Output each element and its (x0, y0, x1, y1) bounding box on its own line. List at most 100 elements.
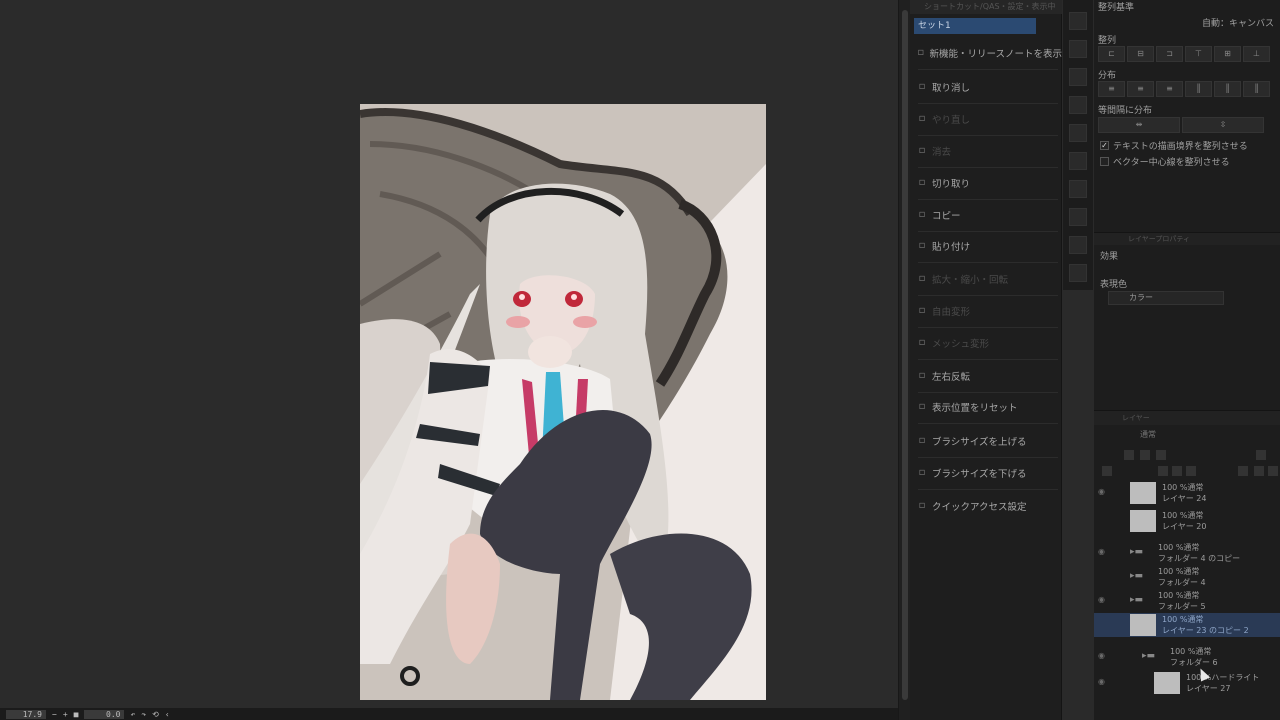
layer-menu-icon[interactable] (1102, 466, 1112, 476)
quick-access-item[interactable]: ▫ 切り取り (910, 174, 1062, 192)
panel-tab-icon[interactable] (1069, 264, 1087, 282)
distribute-center-icon[interactable]: ≡ (1127, 81, 1154, 97)
panel-tab-icon[interactable] (1069, 68, 1087, 86)
equal-spacing-h-icon[interactable]: ⇹ (1098, 117, 1180, 133)
zoom-in-icon[interactable]: + (63, 710, 68, 719)
align-bottom-icon[interactable]: ⊥ (1243, 46, 1270, 62)
merge-icon[interactable] (1254, 466, 1264, 476)
rotate-right-icon[interactable]: ↷ (141, 710, 146, 719)
distribute-left-icon[interactable]: ≡ (1098, 81, 1125, 97)
folder-icon[interactable]: ▸▬ (1142, 651, 1155, 661)
distribute-top-icon[interactable]: ║ (1185, 81, 1212, 97)
layer-name: フォルダー 4 (1158, 578, 1206, 587)
fit-icon[interactable]: ■ (74, 710, 79, 719)
quick-access-item-label: 消去 (932, 147, 952, 158)
panel-tab-icon[interactable] (1069, 236, 1087, 254)
new-folder-icon[interactable] (1186, 466, 1196, 476)
reference-icon[interactable] (1156, 450, 1166, 460)
quick-access-item[interactable]: ▫ コピー (910, 206, 1062, 224)
layer-row[interactable]: 100 %通常 レイヤー 23 のコピー 2 (1094, 613, 1280, 637)
visibility-eye-icon[interactable]: ◉ (1098, 678, 1108, 686)
visibility-eye-icon[interactable] (1098, 620, 1108, 628)
zoom-out-icon[interactable]: − (52, 710, 57, 719)
panel-tab-icon[interactable] (1069, 208, 1087, 226)
visibility-eye-icon[interactable] (1098, 572, 1108, 580)
zoom-field[interactable]: 17.9 (6, 709, 46, 719)
panel-tab-icon[interactable] (1069, 124, 1087, 142)
visibility-eye-icon[interactable]: ◉ (1098, 488, 1108, 496)
panel-tab-icon[interactable] (1069, 12, 1087, 30)
blend-mode-select[interactable]: 通常 (1140, 429, 1156, 440)
color-icon[interactable] (1256, 450, 1266, 460)
align-center-icon[interactable]: ⊟ (1127, 46, 1154, 62)
delete-layer-icon[interactable] (1268, 466, 1278, 476)
lock-icon[interactable] (1124, 450, 1134, 460)
distribute-bottom-icon[interactable]: ║ (1243, 81, 1270, 97)
layer-row[interactable]: ◉ 100 %ハードライト レイヤー 27 (1094, 671, 1280, 695)
text-bounds-checkbox[interactable]: ✓ テキストの描画境界を整列させる (1100, 139, 1248, 152)
quick-access-item[interactable]: ▫ 消去 (910, 142, 1062, 160)
layer-folder-row[interactable]: ◉ ▸▬ 100 %通常 フォルダー 6 (1094, 645, 1280, 669)
checkbox-empty-icon[interactable] (1100, 157, 1109, 166)
visibility-eye-icon[interactable]: ◉ (1098, 652, 1108, 660)
mesh-icon: ▫ (918, 337, 926, 348)
menu-divider (918, 295, 1058, 296)
folder-icon[interactable]: ▸▬ (1130, 547, 1143, 557)
layer-name: レイヤー 23 のコピー 2 (1162, 626, 1249, 635)
panel-tab-icon[interactable] (1069, 152, 1087, 170)
quick-access-item-label: 貼り付け (932, 242, 971, 253)
clip-icon[interactable] (1140, 450, 1150, 460)
panel-tab-icon[interactable] (1069, 40, 1087, 58)
vector-center-checkbox[interactable]: ベクター中心線を整列させる (1100, 155, 1230, 168)
panel-tab-icon[interactable] (1069, 180, 1087, 198)
layer-folder-row[interactable]: ◉ ▸▬ 100 %通常 フォルダー 4 のコピー (1094, 541, 1280, 565)
visibility-eye-icon[interactable]: ◉ (1098, 596, 1108, 604)
align-right-icon[interactable]: ⊐ (1156, 46, 1183, 62)
equal-spacing-v-icon[interactable]: ⇳ (1182, 117, 1264, 133)
equal-spacing-label: 等間隔に分布 (1098, 106, 1153, 116)
visibility-eye-icon[interactable] (1098, 516, 1108, 524)
align-left-icon[interactable]: ⊏ (1098, 46, 1125, 62)
quick-access-item[interactable]: ▫ 左右反転 (910, 367, 1062, 385)
quick-access-item[interactable]: ▫ 新機能・リリースノートを表示 (910, 44, 1062, 62)
align-top-icon[interactable]: ⊤ (1185, 46, 1212, 62)
quick-access-item[interactable]: ▫ クイックアクセス設定 (910, 497, 1062, 515)
distribute-middle-icon[interactable]: ║ (1214, 81, 1241, 97)
mask-icon[interactable] (1238, 466, 1248, 476)
layer-folder-row[interactable]: ◉ ▸▬ 100 %通常 フォルダー 5 (1094, 589, 1280, 613)
quick-access-item[interactable]: ▫ 拡大・縮小・回転 (910, 270, 1062, 288)
quick-access-item[interactable]: ▫ 取り消し (910, 78, 1062, 96)
canvas-area[interactable] (0, 0, 898, 717)
quick-access-item[interactable]: ▫ ブラシサイズを上げる (910, 432, 1062, 450)
new-vector-icon[interactable] (1172, 466, 1182, 476)
flip-horizontal-icon[interactable]: ‹ (165, 710, 170, 719)
panel-tab-icon[interactable] (1069, 96, 1087, 114)
reset-rotation-icon[interactable]: ⟲ (152, 710, 159, 719)
rotation-field[interactable]: 0.0 (84, 709, 125, 719)
quick-access-item[interactable]: ▫ 自由変形 (910, 302, 1062, 320)
quick-access-item[interactable]: ▫ メッシュ変形 (910, 334, 1062, 352)
artwork-canvas[interactable] (360, 104, 766, 700)
checkmark-icon[interactable]: ✓ (1100, 141, 1109, 150)
scroll-thumb[interactable] (902, 10, 908, 700)
align-basis-value[interactable]: 自動：キャンバス (1202, 16, 1274, 29)
distribute-label: 分布 (1098, 71, 1117, 81)
layer-row[interactable]: ◉ 100 %通常 レイヤー 24 (1094, 481, 1280, 505)
visibility-eye-icon[interactable]: ◉ (1098, 548, 1108, 556)
folder-icon[interactable]: ▸▬ (1130, 595, 1143, 605)
vertical-scrollbar[interactable] (898, 0, 910, 720)
layer-folder-row[interactable]: ▸▬ 100 %通常 フォルダー 4 (1094, 565, 1280, 589)
quick-access-set-select[interactable]: セット1 (914, 18, 1036, 34)
quick-access-item[interactable]: ▫ 表示位置をリセット (910, 398, 1062, 416)
distribute-right-icon[interactable]: ≡ (1156, 81, 1183, 97)
new-layer-icon[interactable] (1158, 466, 1168, 476)
rotate-left-icon[interactable]: ↶ (130, 710, 135, 719)
align-middle-icon[interactable]: ⊞ (1214, 46, 1241, 62)
layer-row[interactable]: 100 %通常 レイヤー 20 (1094, 509, 1280, 533)
layer-blend-mode: 100 %通常 (1158, 567, 1200, 576)
quick-access-item[interactable]: ▫ ブラシサイズを下げる (910, 464, 1062, 482)
quick-access-item[interactable]: ▫ やり直し (910, 110, 1062, 128)
folder-icon[interactable]: ▸▬ (1130, 571, 1143, 581)
expression-color-select[interactable]: カラー (1108, 291, 1224, 305)
quick-access-item[interactable]: ▫ 貼り付け (910, 237, 1062, 255)
